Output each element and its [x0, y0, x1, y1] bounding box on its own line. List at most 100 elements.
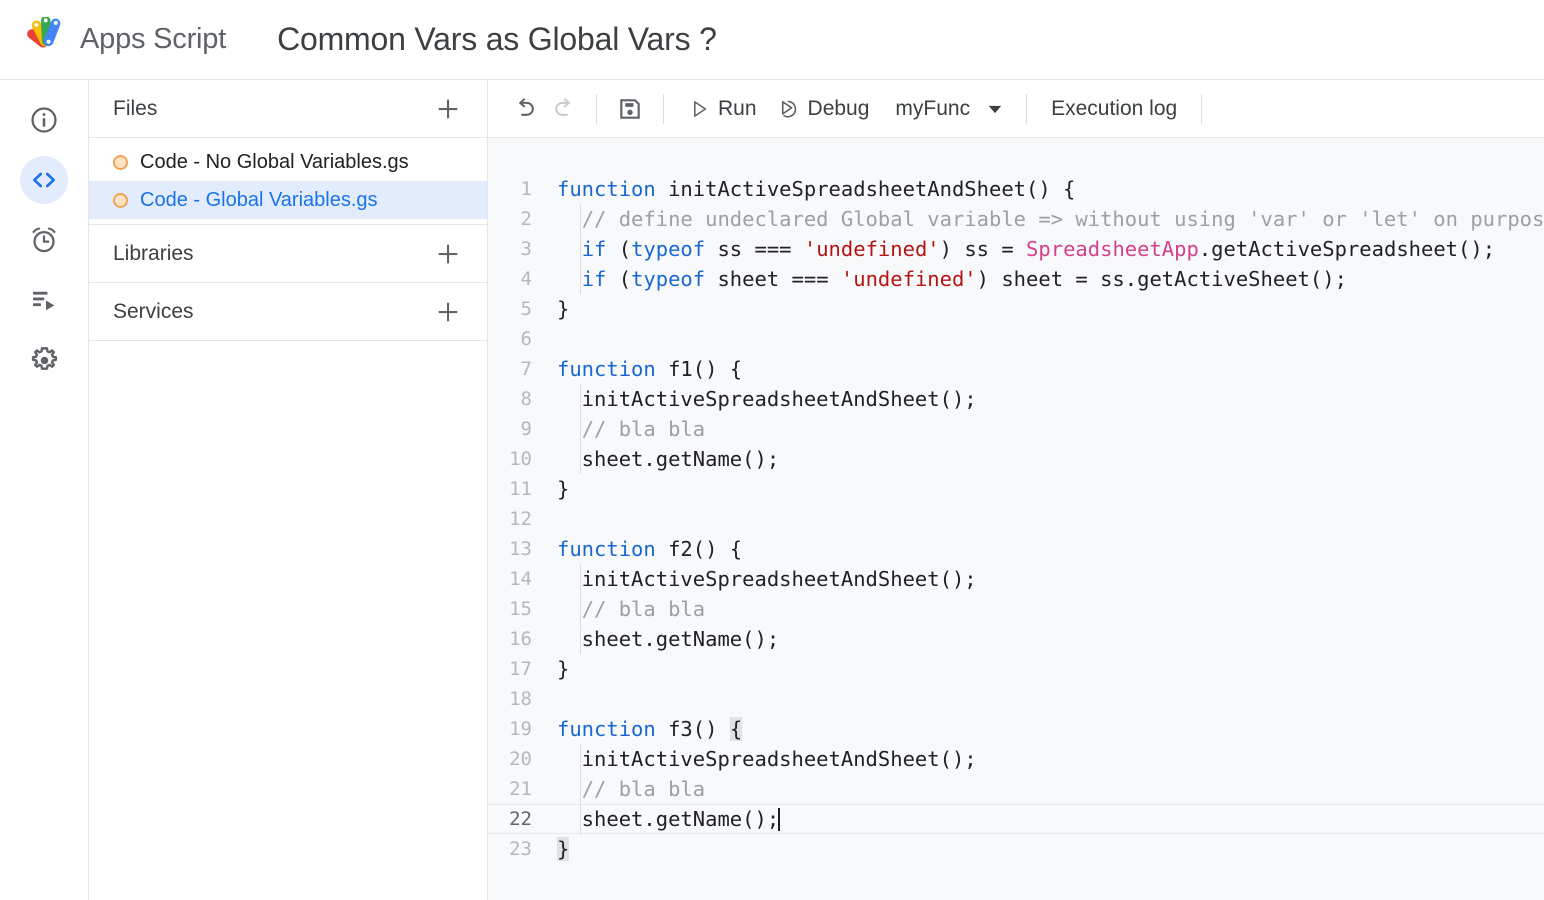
file-list: Code - No Global Variables.gs Code - Glo…: [89, 138, 487, 225]
code-text[interactable]: // define undeclared Global variable => …: [556, 204, 1544, 234]
list-item[interactable]: Code - No Global Variables.gs: [89, 143, 487, 181]
code-text[interactable]: }: [556, 834, 1544, 864]
code-line[interactable]: 8 initActiveSpreadsheetAndSheet();: [488, 384, 1544, 414]
code-line[interactable]: 21 // bla bla: [488, 774, 1544, 804]
code-text[interactable]: }: [556, 474, 1544, 504]
code-text[interactable]: sheet.getName();: [556, 804, 1544, 834]
code-text[interactable]: }: [556, 294, 1544, 324]
code-text[interactable]: sheet.getName();: [556, 624, 1544, 654]
sidebar-item-overview[interactable]: [20, 96, 68, 144]
redo-button[interactable]: [544, 90, 582, 128]
save-button[interactable]: [611, 90, 649, 128]
debug-label: Debug: [807, 96, 870, 120]
code-line[interactable]: 18: [488, 684, 1544, 714]
toolbar-divider: [596, 93, 597, 124]
code-line[interactable]: 12: [488, 504, 1544, 534]
add-service-button[interactable]: [433, 297, 463, 327]
code-text[interactable]: // bla bla: [556, 594, 1544, 624]
code-token: initActiveSpreadsheetAndSheet();: [557, 567, 977, 591]
code-token: (: [606, 267, 632, 291]
code-line[interactable]: 3 if (typeof ss === 'undefined') ss = Sp…: [488, 234, 1544, 264]
chevron-down-icon: [988, 105, 1002, 113]
code-text[interactable]: function initActiveSpreadsheetAndSheet()…: [556, 174, 1544, 204]
code-text[interactable]: // bla bla: [556, 774, 1544, 804]
code-line[interactable]: 15 // bla bla: [488, 594, 1544, 624]
execution-log-label: Execution log: [1051, 96, 1178, 120]
files-section-title: Files: [113, 96, 158, 120]
line-number: 16: [509, 628, 532, 650]
add-file-button[interactable]: [433, 94, 463, 124]
code-text[interactable]: if (typeof ss === 'undefined') ss = Spre…: [556, 234, 1544, 264]
code-line[interactable]: 7 function f1() {: [488, 354, 1544, 384]
sidebar-item-triggers[interactable]: [20, 216, 68, 264]
list-item[interactable]: Code - Global Variables.gs: [89, 181, 487, 219]
code-text[interactable]: function f1() {: [556, 354, 1544, 384]
apps-script-app: Apps Script Common Vars as Global Vars ?: [0, 0, 1544, 900]
code-token: }: [557, 837, 570, 861]
code-line[interactable]: 23}: [488, 834, 1544, 864]
line-number: 4: [520, 268, 532, 290]
code-text[interactable]: }: [556, 654, 1544, 684]
apps-script-logo-icon: [27, 16, 61, 48]
undo-button[interactable]: [506, 90, 544, 128]
line-number: 23: [509, 838, 532, 860]
code-line[interactable]: 19 function f3() {: [488, 714, 1544, 744]
services-section-title: Services: [113, 299, 194, 323]
code-line[interactable]: 6: [488, 324, 1544, 354]
code-token: 'undefined': [803, 237, 940, 261]
toolbar-divider: [663, 93, 664, 124]
line-number: 15: [509, 598, 532, 620]
code-text[interactable]: initActiveSpreadsheetAndSheet();: [556, 564, 1544, 594]
sidebar-item-settings[interactable]: [20, 336, 68, 384]
code-text[interactable]: initActiveSpreadsheetAndSheet();: [556, 744, 1544, 774]
add-library-button[interactable]: [433, 239, 463, 269]
code-line[interactable]: 5}: [488, 294, 1544, 324]
line-number: 5: [520, 298, 532, 320]
text-cursor: [778, 808, 781, 831]
code-line[interactable]: 4 if (typeof sheet === 'undefined') shee…: [488, 264, 1544, 294]
code-line[interactable]: 10 sheet.getName();: [488, 444, 1544, 474]
code-text[interactable]: function f2() {: [556, 534, 1544, 564]
code-line[interactable]: 13 function f2() {: [488, 534, 1544, 564]
sidebar-item-editor[interactable]: [20, 156, 68, 204]
code-line[interactable]: 20 initActiveSpreadsheetAndSheet();: [488, 744, 1544, 774]
code-line[interactable]: 14 initActiveSpreadsheetAndSheet();: [488, 564, 1544, 594]
page-title[interactable]: Common Vars as Global Vars ?: [277, 21, 717, 58]
code-text[interactable]: sheet.getName();: [556, 444, 1544, 474]
code-token: initActiveSpreadsheetAndSheet();: [557, 747, 977, 771]
executions-icon: [33, 291, 55, 311]
code-text[interactable]: if (typeof sheet === 'undefined') sheet …: [556, 264, 1544, 294]
line-number: 12: [509, 508, 532, 530]
brand[interactable]: Apps Script: [24, 14, 226, 66]
code-text[interactable]: initActiveSpreadsheetAndSheet();: [556, 384, 1544, 414]
sidebar-item-executions[interactable]: [20, 276, 68, 324]
code-lines[interactable]: 1 function initActiveSpreadsheetAndSheet(…: [488, 174, 1544, 864]
code-token: sheet.getName();: [557, 627, 780, 651]
code-line[interactable]: 17}: [488, 654, 1544, 684]
code-token: SpreadsheetApp: [1026, 237, 1199, 261]
code-line[interactable]: 22 sheet.getName();: [488, 804, 1544, 835]
line-number: 1: [520, 178, 532, 200]
code-token: if: [581, 237, 607, 261]
code-line[interactable]: 9 // bla bla: [488, 414, 1544, 444]
code-line[interactable]: 16 sheet.getName();: [488, 624, 1544, 654]
function-dropdown-button[interactable]: [978, 92, 1012, 126]
debug-button[interactable]: Debug: [767, 90, 880, 128]
code-text[interactable]: // bla bla: [556, 414, 1544, 444]
save-icon: [620, 98, 640, 119]
code-text[interactable]: function f3() {: [556, 714, 1544, 744]
code-line[interactable]: 11}: [488, 474, 1544, 504]
plus-icon: [438, 244, 458, 263]
run-button[interactable]: Run: [678, 90, 767, 128]
code-line[interactable]: 2 // define undeclared Global variable =…: [488, 204, 1544, 234]
code-token: sheet.getName();: [557, 447, 780, 471]
code-surface[interactable]: 1 function initActiveSpreadsheetAndSheet(…: [488, 138, 1544, 900]
function-selector[interactable]: myFunc: [879, 97, 978, 121]
line-number: 20: [509, 748, 532, 770]
undo-icon: [518, 98, 534, 116]
code-line[interactable]: 1 function initActiveSpreadsheetAndSheet(…: [488, 174, 1544, 204]
run-label: Run: [718, 96, 757, 120]
execution-log-button[interactable]: Execution log: [1041, 90, 1187, 128]
line-number: 3: [520, 238, 532, 260]
